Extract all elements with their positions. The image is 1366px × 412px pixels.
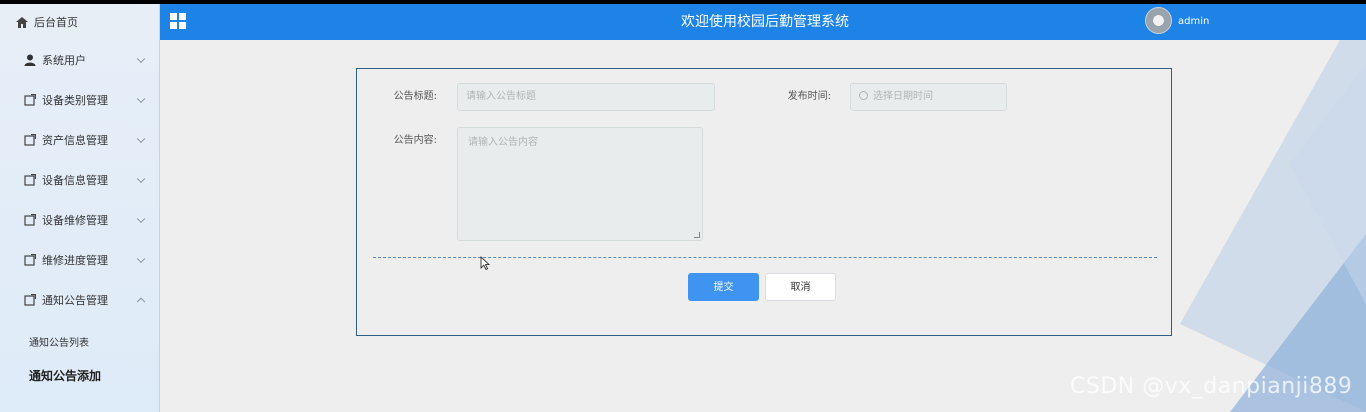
title-label: 公告标题: [393,91,437,102]
notice-title-input[interactable]: 请输入公告标题 [457,83,715,111]
publish-time-label: 发布时间: [787,91,831,102]
sidebar-item-system-users[interactable]: 系统用户 [0,40,160,80]
sidebar-item-label: 设备维修管理 [42,214,108,227]
sidebar-subitem-notice-add[interactable]: 通知公告添加 [0,358,160,392]
username[interactable]: admin [1178,4,1209,40]
sidebar-item-label: 维修进度管理 [42,254,108,267]
resize-handle-icon[interactable] [694,232,700,238]
app-screen: 后台首页 欢迎使用校园后勤管理系统 admin 系统用户 设备类别管理 资产信息… [0,4,1366,412]
sidebar-item-label: 系统用户 [42,54,86,67]
user-icon [24,54,36,66]
sidebar-subitem-label: 通知公告添加 [29,368,102,383]
publish-time-picker[interactable]: 选择日期时间 [850,83,1007,111]
chevron-down-icon [136,134,146,144]
notice-title-placeholder: 请输入公告标题 [466,91,536,102]
chevron-down-icon [136,54,146,64]
sidebar-subitem-notice-list[interactable]: 通知公告列表 [0,324,160,358]
user-avatar[interactable] [1145,7,1172,34]
sidebar-item-asset-info[interactable]: 资产信息管理 [0,120,160,160]
sidebar: 系统用户 设备类别管理 资产信息管理 设备信息管理 设备维修管理 维修进度管理 … [0,40,160,412]
notice-form-panel: 公告标题: 请输入公告标题 发布时间: 选择日期时间 公告内容: 请输入公告内容… [356,68,1172,336]
publish-time-placeholder: 选择日期时间 [873,91,933,102]
sidebar-item-device-repair[interactable]: 设备维修管理 [0,200,160,240]
notice-content-textarea[interactable]: 请输入公告内容 [457,127,703,241]
edit-icon [24,134,36,146]
notice-content-placeholder: 请输入公告内容 [468,137,538,148]
form-divider [373,257,1157,258]
chevron-down-icon [136,254,146,264]
edit-icon [24,174,36,186]
edit-icon [24,214,36,226]
sidebar-item-label: 通知公告管理 [42,294,108,307]
home-icon [16,16,28,28]
sidebar-item-label: 设备类别管理 [42,94,108,107]
sidebar-item-label: 设备信息管理 [42,174,108,187]
chevron-down-icon [136,214,146,224]
cancel-button[interactable]: 取消 [765,273,836,301]
sidebar-item-repair-progress[interactable]: 维修进度管理 [0,240,160,280]
app-title: 欢迎使用校园后勤管理系统 [681,14,849,30]
home-link[interactable]: 后台首页 [0,4,160,40]
home-label: 后台首页 [34,16,78,29]
sidebar-item-device-category[interactable]: 设备类别管理 [0,80,160,120]
chevron-down-icon [136,94,146,104]
sidebar-subitem-label: 通知公告列表 [29,337,89,349]
edit-icon [24,254,36,266]
top-bar: 后台首页 欢迎使用校园后勤管理系统 admin [0,4,1366,40]
content-label: 公告内容: [393,135,437,146]
clock-icon [859,90,868,100]
submit-button[interactable]: 提交 [688,273,759,301]
menu-toggle-grid-icon[interactable] [170,13,186,29]
mouse-cursor-icon [480,256,490,270]
chevron-up-icon [136,297,146,307]
sidebar-item-device-info[interactable]: 设备信息管理 [0,160,160,200]
sidebar-item-label: 资产信息管理 [42,134,108,147]
edit-icon [24,294,36,306]
chevron-down-icon [136,174,146,184]
edit-icon [24,94,36,106]
sidebar-item-notice-management[interactable]: 通知公告管理 [0,280,160,320]
watermark: CSDN @vx_danpianji889 [1070,374,1353,399]
